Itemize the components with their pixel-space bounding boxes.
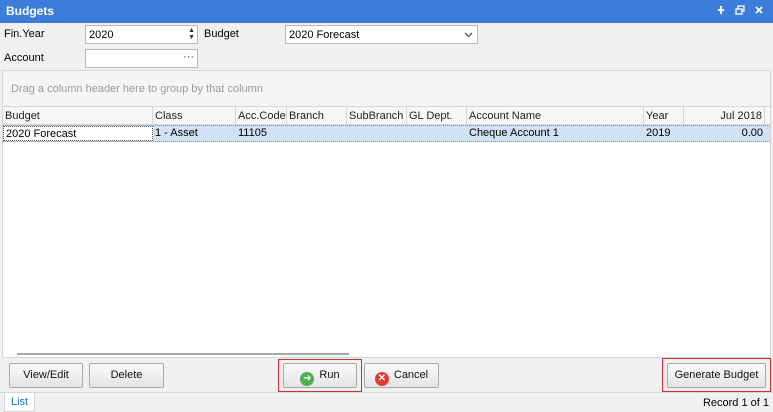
cell-gl-dept[interactable]	[407, 126, 467, 141]
run-button-label: Run	[319, 369, 340, 381]
column-header-class[interactable]: Class	[153, 107, 236, 125]
chevron-down-icon[interactable]	[464, 29, 473, 43]
cell-branch[interactable]	[287, 126, 347, 141]
generate-budget-button[interactable]: Generate Budget	[667, 363, 766, 388]
cancel-button-label: Cancel	[393, 369, 429, 381]
status-bar: List Record 1 of 1	[0, 392, 773, 412]
budget-grid[interactable]: Budget Class Acc.Code Branch SubBranch G…	[2, 106, 771, 358]
fin-year-value: 2020	[89, 29, 114, 41]
cell-account-name[interactable]: Cheque Account 1	[467, 126, 644, 141]
column-header-subbranch[interactable]: SubBranch	[347, 107, 407, 125]
pin-icon[interactable]	[714, 5, 728, 18]
column-header-budget[interactable]: Budget	[3, 107, 153, 125]
record-counter: Record 1 of 1	[702, 397, 769, 409]
close-icon[interactable]	[752, 5, 766, 18]
run-button[interactable]: ➜ Run	[283, 363, 357, 388]
budget-label: Budget	[204, 28, 239, 40]
restore-icon[interactable]	[733, 5, 747, 18]
column-header-gl-dept[interactable]: GL Dept.	[407, 107, 467, 125]
window-title: Budgets	[6, 4, 54, 18]
delete-button[interactable]: Delete	[89, 363, 164, 388]
column-header-jul-2018[interactable]: Jul 2018	[684, 107, 765, 125]
fin-year-input[interactable]: 2020 ▲ ▼	[85, 25, 198, 44]
budget-dropdown[interactable]: 2020 Forecast	[285, 25, 478, 44]
cell-subbranch[interactable]	[347, 126, 407, 141]
cell-budget[interactable]: 2020 Forecast	[3, 126, 153, 141]
group-by-hint: Drag a column header here to group by th…	[11, 83, 263, 95]
budget-dropdown-value: 2020 Forecast	[289, 29, 360, 41]
cell-year[interactable]: 2019	[644, 126, 684, 141]
group-by-panel[interactable]: Drag a column header here to group by th…	[2, 70, 771, 106]
play-arrow-icon: ➜	[300, 372, 315, 386]
column-header-account-name[interactable]: Account Name	[467, 107, 644, 125]
cell-jul-2018[interactable]: 0.00	[684, 126, 765, 141]
column-header-acc-code[interactable]: Acc.Code	[236, 107, 287, 125]
view-edit-button[interactable]: View/Edit	[9, 363, 83, 388]
account-input[interactable]: ···	[85, 49, 198, 68]
ellipsis-icon[interactable]: ···	[183, 50, 194, 64]
filter-panel: Fin.Year 2020 ▲ ▼ Budget 2020 Forecast Ac…	[0, 23, 773, 70]
horizontal-scrollbar[interactable]	[17, 353, 349, 355]
account-label: Account	[4, 52, 44, 64]
window-titlebar: Budgets	[0, 0, 773, 23]
grid-header: Budget Class Acc.Code Branch SubBranch G…	[3, 107, 770, 125]
cancel-x-icon: ✕	[374, 372, 389, 386]
cell-acc-code[interactable]: 11105	[236, 126, 287, 141]
table-row[interactable]: 2020 Forecast 1 - Asset 11105 Cheque Acc…	[3, 125, 770, 142]
column-header-branch[interactable]: Branch	[287, 107, 347, 125]
action-toolbar: View/Edit Delete ➜ Run ✕ Cancel Generate B…	[0, 358, 773, 392]
column-header-year[interactable]: Year	[644, 107, 684, 125]
cell-class[interactable]: 1 - Asset	[153, 126, 236, 141]
cancel-button[interactable]: ✕ Cancel	[364, 363, 439, 388]
list-tab[interactable]: List	[4, 393, 36, 412]
spinner-icon[interactable]: ▲ ▼	[188, 27, 195, 41]
fin-year-label: Fin.Year	[4, 28, 45, 40]
